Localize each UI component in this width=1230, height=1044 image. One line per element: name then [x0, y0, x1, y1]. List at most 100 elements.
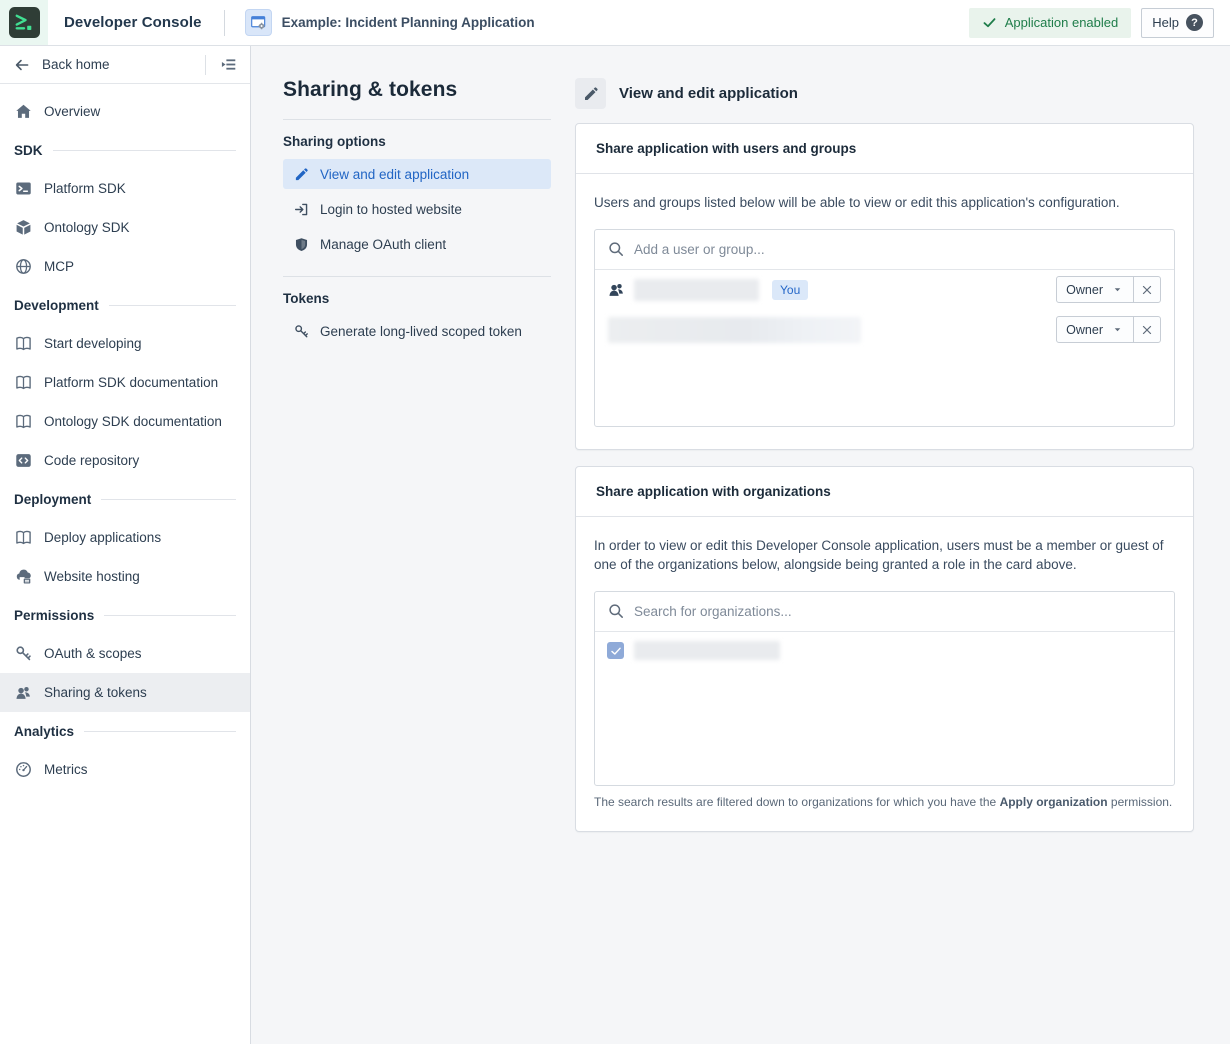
- sidebar-item-platform-sdk[interactable]: Platform SDK: [0, 169, 250, 208]
- redacted-user-name: [634, 279, 759, 301]
- pencil-icon: [293, 166, 309, 182]
- sidebar-item-mcp[interactable]: MCP: [0, 247, 250, 286]
- sidebar-item-ontology-sdk-docs[interactable]: Ontology SDK documentation: [0, 402, 250, 441]
- back-home-label[interactable]: Back home: [42, 57, 110, 72]
- search-organizations-input[interactable]: [634, 604, 1161, 619]
- sidebar-item-label: Overview: [44, 104, 100, 119]
- search-icon: [608, 241, 624, 257]
- panel-item-label: Manage OAuth client: [320, 237, 446, 252]
- sidebar-item-label: MCP: [44, 259, 74, 274]
- panel-item-login-hosted-website[interactable]: Login to hosted website: [283, 194, 551, 224]
- sidebar-group-deployment: Deployment: [0, 480, 250, 518]
- sidebar-item-sharing-tokens[interactable]: Sharing & tokens: [0, 673, 250, 712]
- role-value: Owner: [1066, 283, 1103, 297]
- sidebar-item-label: Deploy applications: [44, 530, 161, 545]
- redacted-organization-name: [634, 641, 780, 660]
- key-icon: [293, 323, 309, 339]
- panel-title: Sharing & tokens: [283, 78, 551, 102]
- sidebar-group-analytics: Analytics: [0, 712, 250, 750]
- check-icon: [982, 15, 997, 30]
- sidebar-item-start-developing[interactable]: Start developing: [0, 324, 250, 363]
- divider: [283, 276, 551, 277]
- arrow-left-icon[interactable]: [14, 57, 30, 73]
- redacted-user-name: [608, 317, 861, 343]
- terminal-icon: [14, 180, 32, 198]
- sidebar-item-code-repository[interactable]: Code repository: [0, 441, 250, 480]
- book-icon: [14, 529, 32, 547]
- divider: [283, 119, 551, 120]
- group-label: SDK: [14, 143, 43, 158]
- developer-console-logo[interactable]: [0, 0, 48, 45]
- section-sharing-options: Sharing options: [283, 134, 551, 149]
- users-list: You Owner: [594, 229, 1175, 427]
- chevron-down-icon: [1111, 323, 1124, 336]
- cube-icon: [14, 219, 32, 237]
- close-icon: [1140, 323, 1154, 337]
- organization-checkbox-checked[interactable]: [607, 642, 624, 659]
- key-icon: [14, 645, 32, 663]
- card-title: Share application with users and groups: [576, 124, 1193, 174]
- panel-item-manage-oauth-client[interactable]: Manage OAuth client: [283, 229, 551, 259]
- cloud-server-icon: [14, 568, 32, 586]
- role-value: Owner: [1066, 323, 1103, 337]
- role-dropdown[interactable]: Owner: [1057, 317, 1133, 342]
- gauge-icon: [14, 761, 32, 779]
- code-icon: [14, 452, 32, 470]
- home-icon: [14, 103, 32, 121]
- sidebar-item-overview[interactable]: Overview: [0, 92, 250, 131]
- sidebar-item-ontology-sdk[interactable]: Ontology SDK: [0, 208, 250, 247]
- sidebar-item-label: Platform SDK: [44, 181, 126, 196]
- status-badge-label: Application enabled: [1005, 15, 1118, 30]
- header-divider: [224, 10, 225, 36]
- window-gear-icon: [250, 14, 267, 31]
- add-user-or-group-input[interactable]: [634, 242, 1161, 257]
- help-button[interactable]: Help ?: [1141, 8, 1214, 38]
- application-icon: [245, 9, 272, 36]
- app-title: Developer Console: [64, 14, 202, 31]
- user-row: You Owner: [595, 270, 1174, 310]
- main-sidebar: Back home Overview SDK Platform SDK: [0, 46, 251, 1044]
- panel-item-label: View and edit application: [320, 167, 469, 182]
- sidebar-group-sdk: SDK: [0, 131, 250, 169]
- main-content: View and edit application Share applicat…: [575, 46, 1194, 1044]
- panel-item-view-edit-application[interactable]: View and edit application: [283, 159, 551, 189]
- sidebar-item-deploy-applications[interactable]: Deploy applications: [0, 518, 250, 557]
- book-icon: [14, 335, 32, 353]
- console-logo-icon: [9, 7, 40, 38]
- pencil-icon: [575, 78, 606, 109]
- user-search-row: [595, 230, 1174, 270]
- sidebar-item-oauth-scopes[interactable]: OAuth & scopes: [0, 634, 250, 673]
- organizations-footer-note: The search results are filtered down to …: [594, 795, 1175, 809]
- people-icon: [14, 684, 32, 702]
- chevron-down-icon: [1111, 283, 1124, 296]
- role-dropdown[interactable]: Owner: [1057, 277, 1133, 302]
- people-icon: [608, 281, 625, 298]
- card-title: Share application with organizations: [576, 467, 1193, 517]
- section-tokens: Tokens: [283, 291, 551, 306]
- sidebar-item-label: Start developing: [44, 336, 142, 351]
- sidebar-item-label: Ontology SDK documentation: [44, 414, 222, 429]
- sidebar-item-label: OAuth & scopes: [44, 646, 142, 661]
- sidebar-item-metrics[interactable]: Metrics: [0, 750, 250, 789]
- user-row: Owner: [595, 310, 1174, 350]
- collapse-sidebar-button[interactable]: [214, 51, 242, 79]
- page-header: View and edit application: [575, 78, 1194, 109]
- book-icon: [14, 374, 32, 392]
- card-description: In order to view or edit this Developer …: [594, 536, 1175, 575]
- share-organizations-card: Share application with organizations In …: [575, 466, 1194, 832]
- group-label: Permissions: [14, 608, 94, 623]
- panel-item-generate-token[interactable]: Generate long-lived scoped token: [283, 316, 551, 346]
- footer-text: permission.: [1108, 795, 1173, 809]
- organization-row: [595, 635, 1174, 667]
- remove-user-button[interactable]: [1133, 317, 1160, 342]
- sidebar-item-platform-sdk-docs[interactable]: Platform SDK documentation: [0, 363, 250, 402]
- sidebar-item-website-hosting[interactable]: Website hosting: [0, 557, 250, 596]
- sidebar-item-label: Website hosting: [44, 569, 140, 584]
- sidebar-item-label: Metrics: [44, 762, 88, 777]
- check-icon: [610, 645, 622, 657]
- remove-user-button[interactable]: [1133, 277, 1160, 302]
- organization-search-row: [595, 592, 1174, 632]
- back-home-row: Back home: [0, 46, 250, 84]
- group-label: Analytics: [14, 724, 74, 739]
- book-icon: [14, 413, 32, 431]
